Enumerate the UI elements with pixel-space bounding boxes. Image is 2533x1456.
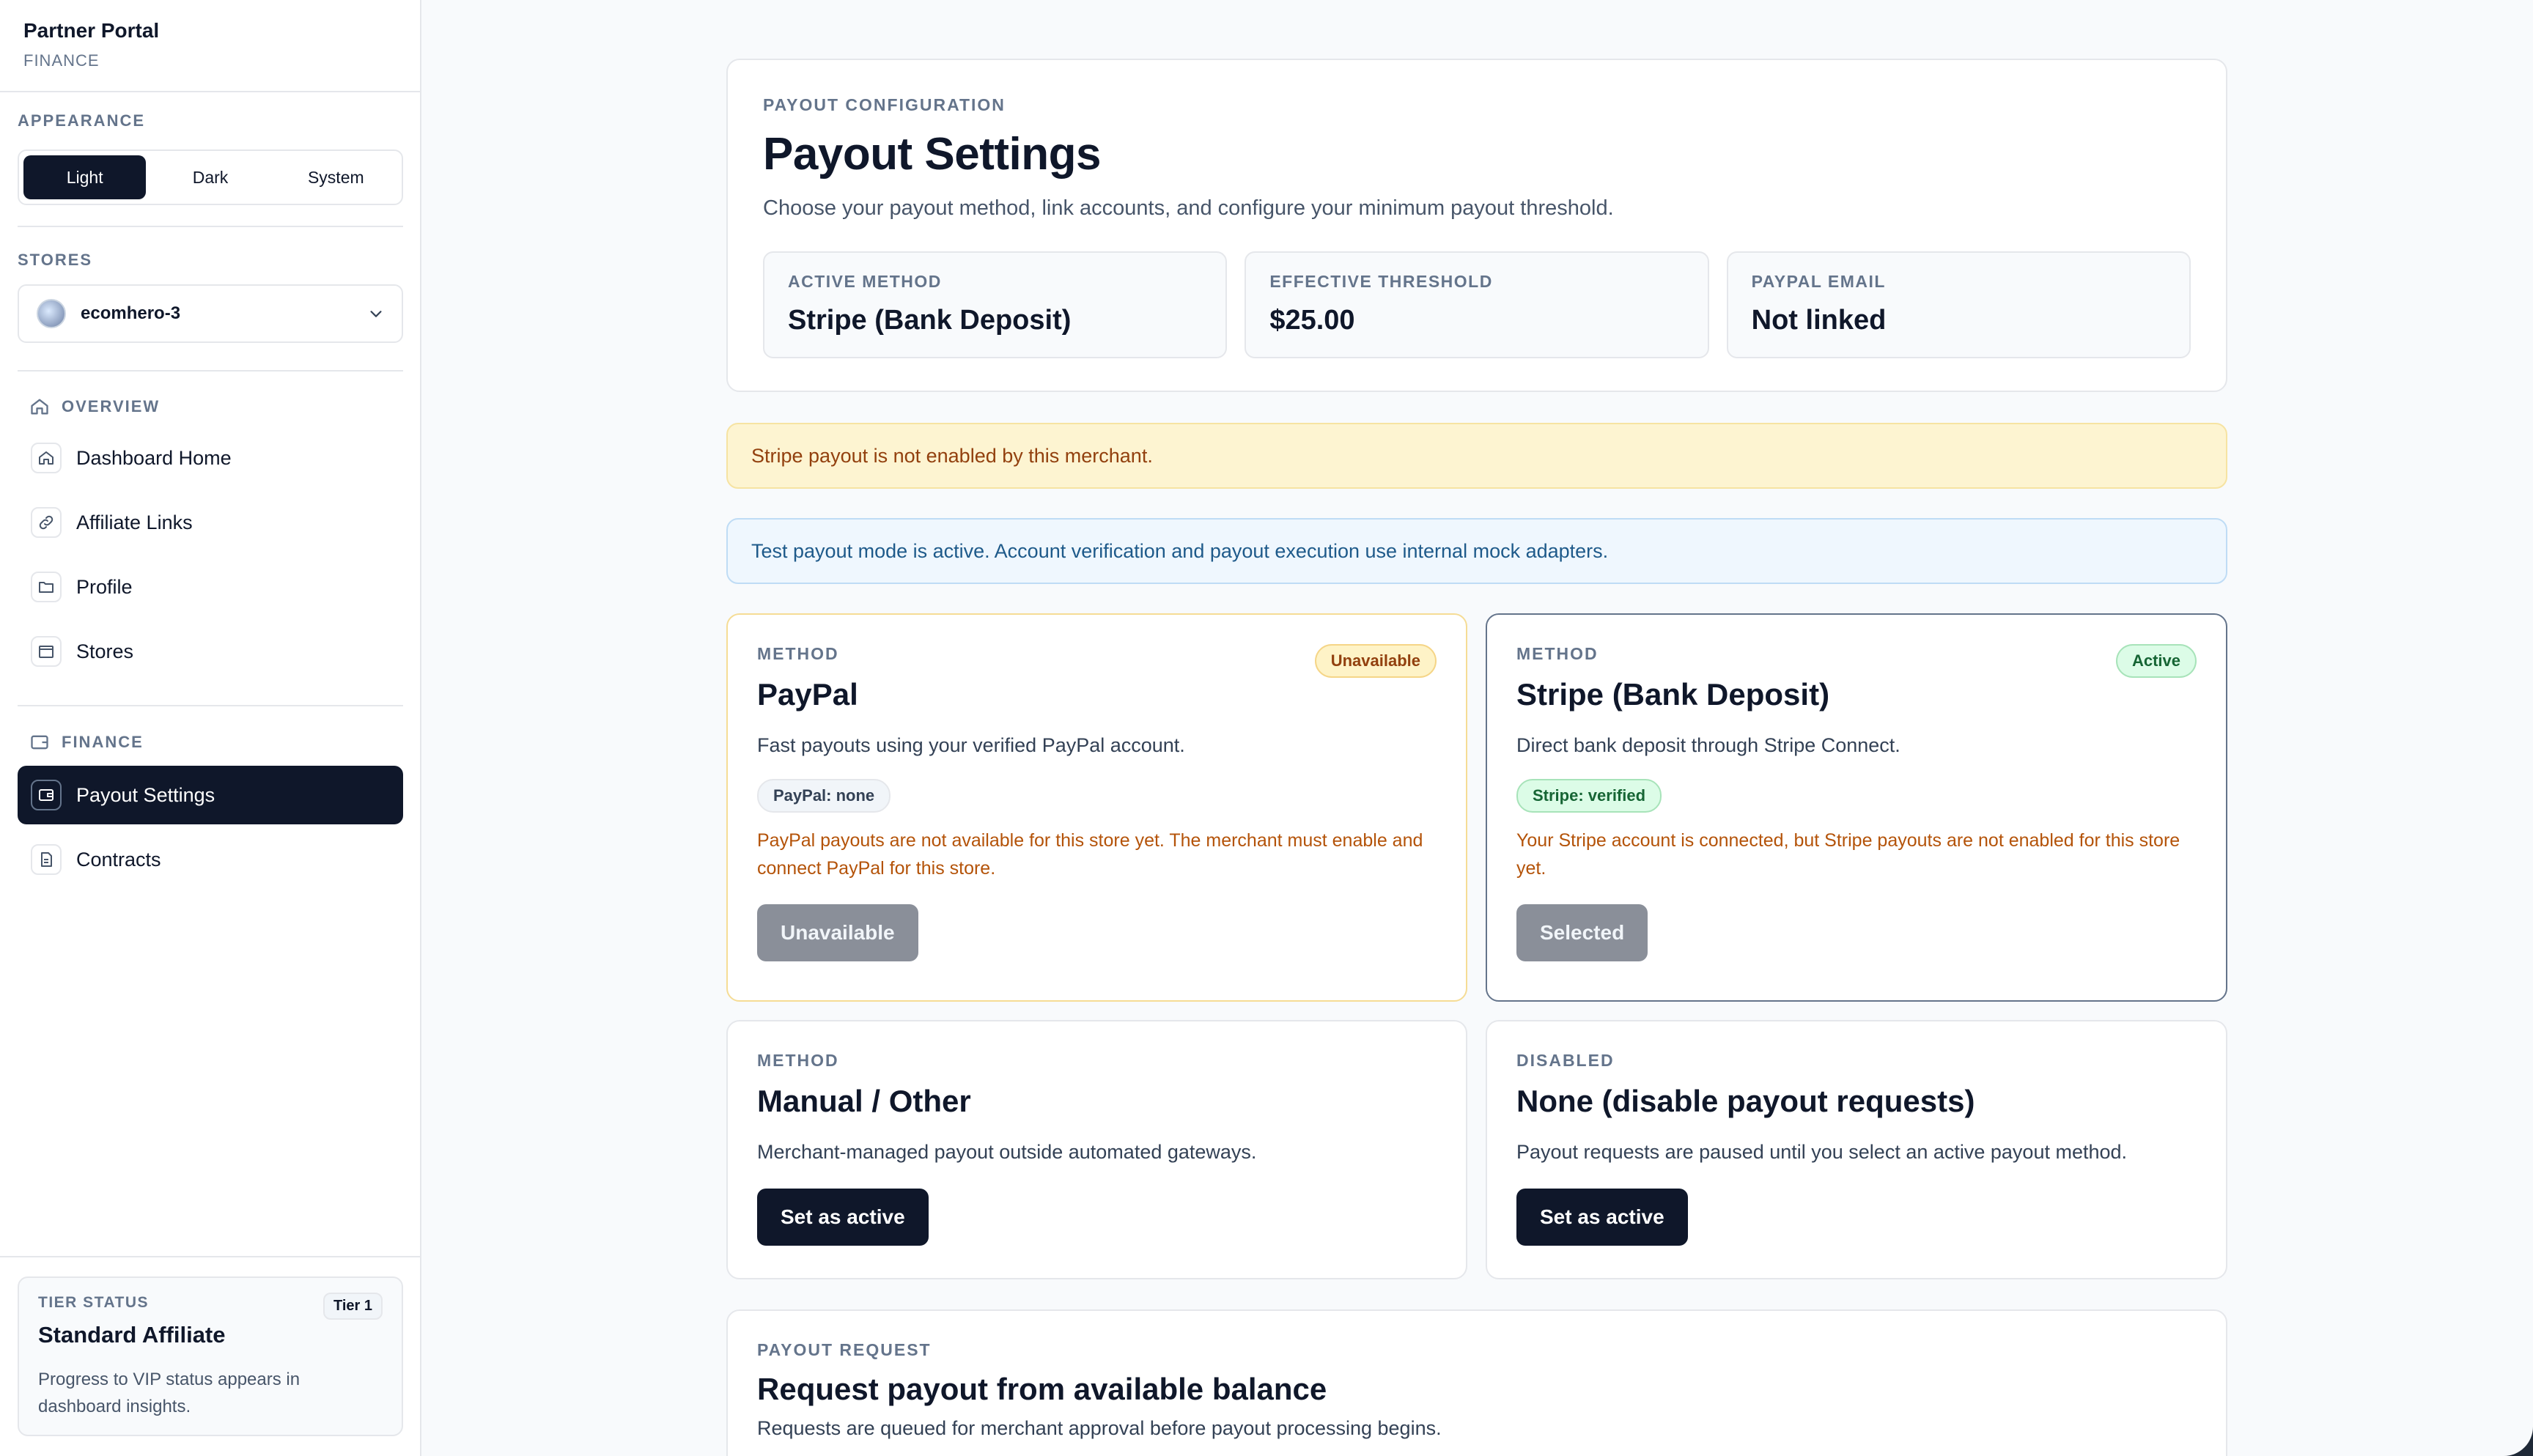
method-warning: PayPal payouts are not available for thi… [757,830,1423,879]
paypal-unavailable-button[interactable]: Unavailable [757,904,918,961]
method-description: Payout requests are paused until you sel… [1516,1141,2128,1163]
stat-label: EFFECTIVE THRESHOLD [1269,272,1493,291]
theme-toggle: Light Dark System [18,149,403,205]
finance-label: FINANCE [62,733,144,751]
page-subtitle: Choose your payout method, link accounts… [763,196,1614,220]
store-name: ecomhero-3 [81,303,181,323]
stat-label: PAYPAL EMAIL [1751,272,1886,291]
nav-item-payout-settings[interactable]: Payout Settings [18,766,403,824]
divider [18,705,403,706]
stat-paypal-email: PAYPAL EMAIL Not linked [1726,251,2191,358]
stores-label: STORES [18,251,93,269]
status-badge: Active [2115,644,2197,678]
status-badge: Unavailable [1314,644,1437,678]
appearance-section: APPEARANCE Light Dark System [18,111,403,205]
request-eyebrow: PAYOUT REQUEST [757,1340,932,1359]
page-title: Payout Settings [763,129,1102,180]
tier-status-card: TIER STATUS Tier 1 Standard Affiliate Pr… [18,1276,403,1436]
header-eyebrow: PAYOUT CONFIGURATION [763,95,1006,114]
divider [18,370,403,372]
stripe-method-card: METHOD Active Stripe (Bank Deposit) Dire… [1486,613,2227,1002]
stripe-warning-alert: Stripe payout is not enabled by this mer… [726,423,2227,489]
stat-active-method: ACTIVE METHOD Stripe (Bank Deposit) [763,251,1228,358]
wallet-icon [31,735,48,750]
nav-item-label: Stores [76,640,134,662]
manual-set-active-button[interactable]: Set as active [757,1189,929,1246]
method-title: None (disable payout requests) [1516,1084,1975,1118]
manual-method-card: METHOD Manual / Other Merchant-managed p… [726,1020,1467,1279]
nav-item-label: Affiliate Links [76,511,193,533]
nav-item-profile[interactable]: Profile [18,558,403,616]
store-selector[interactable]: ecomhero-3 [18,284,403,343]
payout-config-card: PAYOUT CONFIGURATION Payout Settings Cho… [726,59,2227,392]
overview-label: OVERVIEW [62,397,161,415]
payout-request-card: PAYOUT REQUEST Request payout from avail… [726,1309,2227,1456]
tier-description: Progress to VIP status appears in dashbo… [38,1370,301,1417]
method-eyebrow: METHOD [1516,644,1599,663]
tier-title: Standard Affiliate [38,1322,226,1348]
method-description: Merchant-managed payout outside automate… [757,1141,1257,1163]
account-status-pill: Stripe: verified [1516,779,1662,813]
request-subtitle: Requests are queued for merchant approva… [757,1417,1442,1439]
nav-item-label: Payout Settings [76,783,215,806]
method-description: Direct bank deposit through Stripe Conne… [1516,734,1900,756]
paypal-method-card: METHOD Unavailable PayPal Fast payouts u… [726,613,1467,1002]
overview-heading: OVERVIEW [18,392,403,421]
appearance-label: APPEARANCE [18,111,146,130]
stat-effective-threshold: EFFECTIVE THRESHOLD $25.00 [1245,251,1709,358]
divider [0,1256,421,1257]
stat-value: Not linked [1751,305,1887,336]
nav-item-label: Profile [76,575,133,598]
method-title: Stripe (Bank Deposit) [1516,677,1830,712]
divider [18,226,403,227]
app-title: Partner Portal [23,19,160,42]
brand: Partner Portal FINANCE [0,0,420,92]
app-window: Partner Portal FINANCE APPEARANCE Light … [0,0,2533,1456]
nav-item-affiliate-links[interactable]: Affiliate Links [18,493,403,552]
home-icon [31,443,62,473]
nav-item-dashboard-home[interactable]: Dashboard Home [18,429,403,487]
finance-heading: FINANCE [18,728,403,757]
method-eyebrow: DISABLED [1516,1051,1615,1070]
chevron-down-icon [370,311,382,317]
none-set-active-button[interactable]: Set as active [1516,1189,1688,1246]
test-mode-info-alert: Test payout mode is active. Account veri… [726,518,2227,584]
document-icon [31,844,62,875]
home-icon [31,399,48,415]
nav-finance: FINANCE Payout Settings Contracts [18,728,403,889]
wallet-icon [31,780,62,810]
none-method-card: DISABLED None (disable payout requests) … [1486,1020,2227,1279]
app-subtitle: FINANCE [23,51,100,70]
account-status-pill: PayPal: none [757,779,891,813]
stats-row: ACTIVE METHOD Stripe (Bank Deposit) EFFE… [763,251,2191,358]
stat-value: $25.00 [1269,305,1355,336]
method-description: Fast payouts using your verified PayPal … [757,734,1185,756]
theme-light-button[interactable]: Light [23,155,147,199]
nav-item-label: Dashboard Home [76,446,232,469]
method-title: Manual / Other [757,1084,971,1118]
folder-icon [31,572,62,602]
method-warning: Your Stripe account is connected, but St… [1516,830,2180,879]
nav-item-label: Contracts [76,848,161,871]
stripe-selected-button[interactable]: Selected [1516,904,1648,961]
theme-system-button[interactable]: System [275,155,397,199]
nav-item-stores[interactable]: Stores [18,622,403,681]
method-title: PayPal [757,677,858,712]
globe-icon [37,299,66,328]
theme-dark-button[interactable]: Dark [149,155,271,199]
request-title: Request payout from available balance [757,1372,1327,1406]
nav-item-contracts[interactable]: Contracts [18,830,403,889]
nav-overview: OVERVIEW Dashboard Home Affiliate Links … [18,392,403,681]
stat-value: Stripe (Bank Deposit) [788,305,1072,336]
sidebar: Partner Portal FINANCE APPEARANCE Light … [0,0,421,1456]
store-icon [31,636,62,667]
stores-section: STORES ecomhero-3 [18,251,403,343]
tier-badge: Tier 1 [323,1293,383,1320]
stat-label: ACTIVE METHOD [788,272,942,291]
link-icon [31,507,62,538]
method-eyebrow: METHOD [757,1051,839,1070]
